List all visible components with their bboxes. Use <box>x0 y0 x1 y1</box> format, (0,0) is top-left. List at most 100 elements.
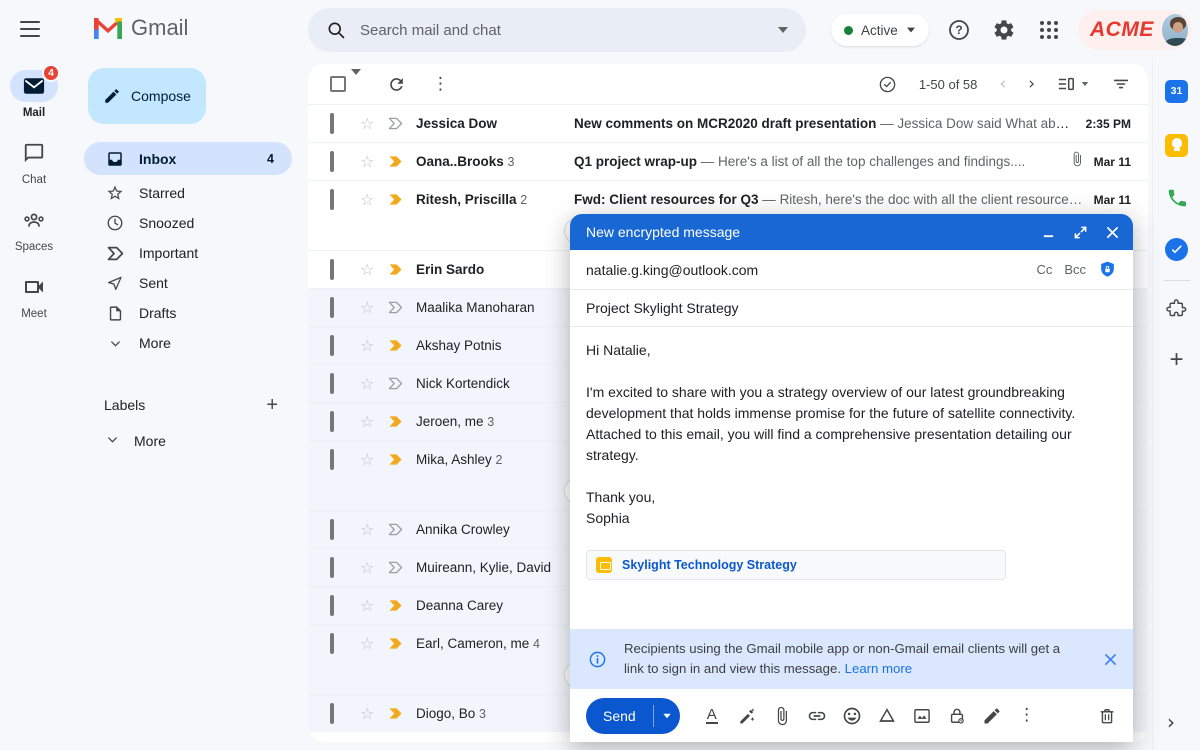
encryption-shield-icon[interactable] <box>1098 260 1117 279</box>
send-button[interactable]: Send <box>586 698 680 734</box>
importance-marker-icon[interactable] <box>388 117 416 130</box>
recipients-row[interactable]: natalie.g.king@outlook.com Cc Bcc <box>570 250 1133 290</box>
thread-checkbox[interactable] <box>330 297 334 318</box>
star-toggle-icon[interactable]: ☆ <box>360 598 388 614</box>
more-options-icon[interactable]: ⋮ <box>432 76 449 93</box>
select-all-checkbox[interactable] <box>330 76 346 92</box>
settings-gear-icon[interactable] <box>991 17 1017 43</box>
confidential-mode-icon[interactable] <box>946 705 968 727</box>
star-toggle-icon[interactable]: ☆ <box>360 154 388 170</box>
compose-button[interactable]: Compose <box>88 68 206 124</box>
discard-draft-icon[interactable] <box>1097 706 1117 726</box>
compose-header[interactable]: New encrypted message <box>570 214 1133 250</box>
rail-item-chat[interactable]: Chat <box>0 137 68 186</box>
add-panel-button[interactable]: + <box>1160 343 1194 377</box>
attach-file-icon[interactable] <box>771 705 793 727</box>
star-toggle-icon[interactable]: ☆ <box>360 414 388 430</box>
star-toggle-icon[interactable]: ☆ <box>360 192 388 208</box>
rail-item-mail[interactable]: 4 Mail <box>0 70 68 119</box>
send-options-caret-icon[interactable] <box>654 698 680 734</box>
labels-more[interactable]: More <box>68 426 300 456</box>
calendar-icon[interactable]: 31 <box>1160 74 1194 108</box>
star-toggle-icon[interactable]: ☆ <box>360 560 388 576</box>
thread-checkbox[interactable] <box>330 519 334 540</box>
insert-from-drive-icon[interactable] <box>876 705 898 727</box>
star-toggle-icon[interactable]: ☆ <box>360 338 388 354</box>
thread-checkbox[interactable] <box>330 703 334 724</box>
table-row[interactable]: ☆Oana..Brooks 3Q1 project wrap-up — Here… <box>308 142 1148 180</box>
importance-marker-icon[interactable] <box>388 707 416 720</box>
insert-photo-icon[interactable] <box>911 705 933 727</box>
formatting-options-icon[interactable]: A <box>701 705 723 727</box>
importance-marker-icon[interactable] <box>388 301 416 314</box>
sidebar-item-drafts[interactable]: Drafts <box>68 298 300 328</box>
status-selector[interactable]: Active <box>831 14 929 46</box>
thread-checkbox[interactable] <box>330 449 334 470</box>
input-tools-icon[interactable] <box>878 75 897 94</box>
importance-marker-icon[interactable] <box>388 523 416 536</box>
thread-checkbox[interactable] <box>330 335 334 356</box>
message-body[interactable]: Hi Natalie,I'm excited to share with you… <box>570 327 1133 629</box>
main-menu-icon[interactable] <box>20 21 40 37</box>
get-add-ons-icon[interactable] <box>1160 291 1194 325</box>
importance-marker-icon[interactable] <box>388 599 416 612</box>
star-toggle-icon[interactable]: ☆ <box>360 706 388 722</box>
close-icon[interactable] <box>1106 226 1119 239</box>
split-pane-toggle[interactable] <box>1057 75 1090 93</box>
thread-checkbox[interactable] <box>330 113 334 134</box>
help-button[interactable]: ? <box>946 17 972 43</box>
bcc-button[interactable]: Bcc <box>1064 262 1086 277</box>
sidebar-item-more[interactable]: More <box>68 328 300 358</box>
expand-icon[interactable] <box>1074 226 1087 239</box>
recipient-address[interactable]: natalie.g.king@outlook.com <box>586 262 758 278</box>
sidebar-item-important[interactable]: Important <box>68 238 300 268</box>
insert-emoji-icon[interactable] <box>841 705 863 727</box>
star-toggle-icon[interactable]: ☆ <box>360 300 388 316</box>
star-toggle-icon[interactable]: ☆ <box>360 262 388 278</box>
minimize-icon[interactable] <box>1042 226 1055 239</box>
refresh-icon[interactable] <box>387 75 406 94</box>
newer-page-icon[interactable]: ‹ <box>999 76 1006 93</box>
sidebar-item-snoozed[interactable]: Snoozed <box>68 208 300 238</box>
thread-checkbox[interactable] <box>330 151 334 172</box>
importance-marker-icon[interactable] <box>388 263 416 276</box>
importance-marker-icon[interactable] <box>388 377 416 390</box>
star-toggle-icon[interactable]: ☆ <box>360 376 388 392</box>
importance-marker-icon[interactable] <box>388 415 416 428</box>
cc-button[interactable]: Cc <box>1036 262 1052 277</box>
star-toggle-icon[interactable]: ☆ <box>360 116 388 132</box>
dismiss-banner-icon[interactable] <box>1104 653 1117 666</box>
thread-checkbox[interactable] <box>330 595 334 616</box>
importance-marker-icon[interactable] <box>388 339 416 352</box>
keep-icon[interactable] <box>1160 128 1194 162</box>
importance-marker-icon[interactable] <box>388 193 416 206</box>
rail-item-spaces[interactable]: Spaces <box>0 204 68 253</box>
select-options-caret-icon[interactable] <box>351 75 361 93</box>
thread-checkbox[interactable] <box>330 189 334 210</box>
search-bar[interactable] <box>308 8 806 52</box>
thread-checkbox[interactable] <box>330 633 334 654</box>
importance-marker-icon[interactable] <box>388 453 416 466</box>
thread-checkbox[interactable] <box>330 373 334 394</box>
importance-marker-icon[interactable] <box>388 637 416 650</box>
help-me-write-icon[interactable] <box>736 705 758 727</box>
rail-item-meet[interactable]: Meet <box>0 271 68 320</box>
sidebar-item-starred[interactable]: Starred <box>68 178 300 208</box>
subject-field[interactable]: Project Skylight Strategy <box>570 290 1133 327</box>
thread-checkbox[interactable] <box>330 557 334 578</box>
filter-icon[interactable] <box>1112 75 1130 93</box>
thread-checkbox[interactable] <box>330 411 334 432</box>
thread-checkbox[interactable] <box>330 259 334 280</box>
insert-link-icon[interactable] <box>806 705 828 727</box>
importance-marker-icon[interactable] <box>388 155 416 168</box>
older-page-icon[interactable]: › <box>1028 76 1035 93</box>
star-toggle-icon[interactable]: ☆ <box>360 452 388 468</box>
learn-more-link[interactable]: Learn more <box>845 661 912 676</box>
importance-marker-icon[interactable] <box>388 561 416 574</box>
voice-icon[interactable] <box>1160 181 1194 215</box>
google-apps-grid-icon[interactable] <box>1036 17 1062 43</box>
search-input[interactable] <box>360 22 764 39</box>
tasks-icon[interactable] <box>1160 232 1194 266</box>
table-row[interactable]: ☆Jessica DowNew comments on MCR2020 draf… <box>308 104 1148 142</box>
search-options-caret-icon[interactable] <box>778 27 788 33</box>
